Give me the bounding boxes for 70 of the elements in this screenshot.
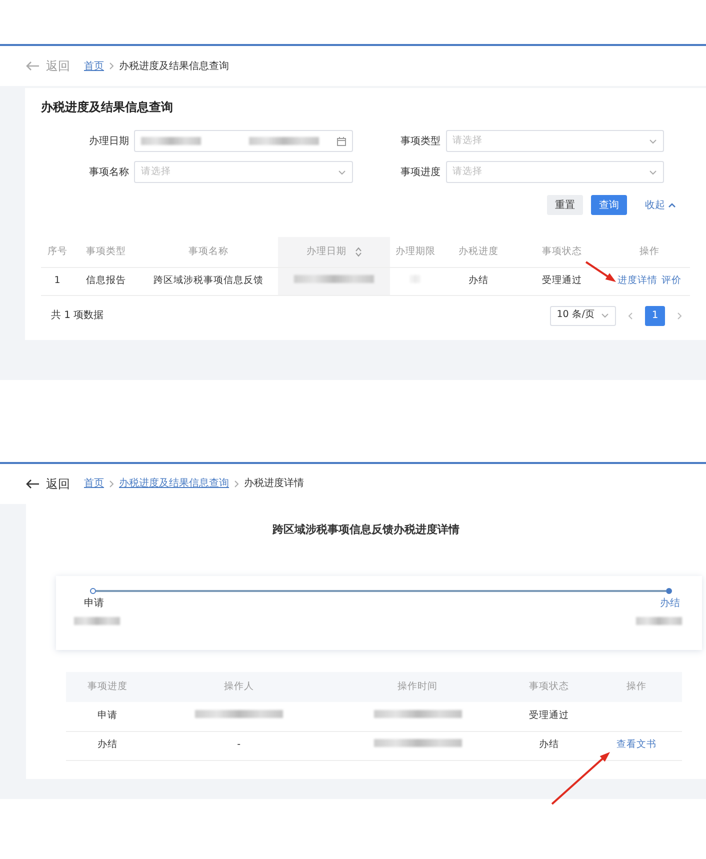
column-header: 事项进度 [88, 680, 128, 692]
placeholder-text: 请选择 [452, 164, 482, 179]
column-header: 序号 [47, 244, 68, 259]
reset-button[interactable]: 重置 [547, 195, 583, 215]
breadcrumb-current: 办税进度及结果信息查询 [119, 60, 229, 74]
column-header: 操作人 [224, 680, 254, 692]
breadcrumb-current: 办税进度详情 [244, 476, 304, 491]
column-header: 办税进度 [458, 244, 498, 259]
prev-page-button[interactable] [628, 312, 633, 320]
back-arrow-icon [26, 61, 40, 71]
chevron-icon [234, 480, 239, 488]
query-button[interactable]: 查询 [591, 195, 627, 215]
blurred-value [636, 617, 682, 625]
page-title: 跨区域涉税事项信息反馈办税进度详情 [272, 522, 460, 538]
sort-icon [354, 246, 362, 257]
page-title: 办税进度及结果信息查询 [41, 99, 174, 116]
total-count: 共 1 项数据 [51, 308, 104, 323]
back-arrow-icon [26, 478, 40, 488]
back-button[interactable]: 返回 [26, 474, 70, 492]
table-cell: 办结 [468, 274, 488, 286]
collapse-toggle[interactable]: 收起 [635, 198, 676, 212]
step-label: 办结 [660, 596, 680, 611]
blurred-value [249, 137, 319, 145]
breadcrumb-link[interactable]: 首页 [84, 58, 104, 74]
column-header: 事项名称 [188, 244, 228, 259]
column-header: 事项类型 [86, 244, 126, 259]
back-button[interactable]: 返回 [26, 57, 70, 75]
field-label: 事项名称 [88, 166, 129, 180]
dropdown-caret-icon [649, 170, 657, 174]
table-cell: 1 [54, 274, 60, 286]
next-page-button[interactable] [677, 312, 682, 320]
breadcrumb-link[interactable]: 办税进度及结果信息查询 [119, 476, 229, 491]
column-header: 事项状态 [528, 680, 569, 692]
field-label: 事项类型 [400, 134, 440, 148]
placeholder-text: 请选择 [141, 164, 171, 179]
chevron-icon [109, 62, 114, 70]
page-button[interactable]: 1 [645, 306, 665, 326]
table-cell: 申请 [98, 710, 118, 722]
field-label: 办理日期 [88, 134, 129, 148]
placeholder-text: 请选择 [452, 134, 482, 148]
page-size-select[interactable]: 10 条/页 [550, 306, 616, 326]
dropdown-caret-icon [649, 138, 657, 144]
column-header: 操作时间 [398, 680, 438, 692]
table-cell: 办结 [98, 739, 118, 750]
step-label: 申请 [84, 596, 104, 611]
blurred-value [141, 137, 201, 145]
table-cell: - [237, 739, 241, 750]
table-cell: 受理通过 [542, 274, 582, 286]
action-link[interactable]: 进度详情 [615, 274, 660, 288]
action-link[interactable]: 评价 [659, 274, 684, 288]
calendar-icon [336, 136, 346, 146]
chevron-left-icon [628, 312, 633, 320]
column-header: 操作 [639, 244, 660, 259]
table-cell: 受理通过 [528, 710, 569, 722]
breadcrumb-link[interactable]: 首页 [84, 476, 104, 491]
chevron-right-icon [677, 312, 682, 320]
dropdown-caret-icon [338, 170, 346, 174]
dropdown-caret-icon [601, 313, 609, 318]
table-cell: 信息报告 [86, 274, 126, 286]
chevron-icon [109, 480, 114, 488]
action-link[interactable]: 查看文书 [614, 738, 658, 753]
table-cell: 跨区域涉税事项信息反馈 [153, 274, 264, 286]
column-header: 事项状态 [542, 244, 582, 259]
column-header: 操作 [626, 680, 646, 692]
chevron-up-icon [668, 202, 676, 208]
column-header: 办理期限 [395, 244, 436, 259]
blurred-value [74, 617, 120, 625]
table-cell: 办结 [538, 739, 559, 750]
date-range-field[interactable] [134, 130, 352, 152]
field-label: 事项进度 [400, 166, 440, 180]
